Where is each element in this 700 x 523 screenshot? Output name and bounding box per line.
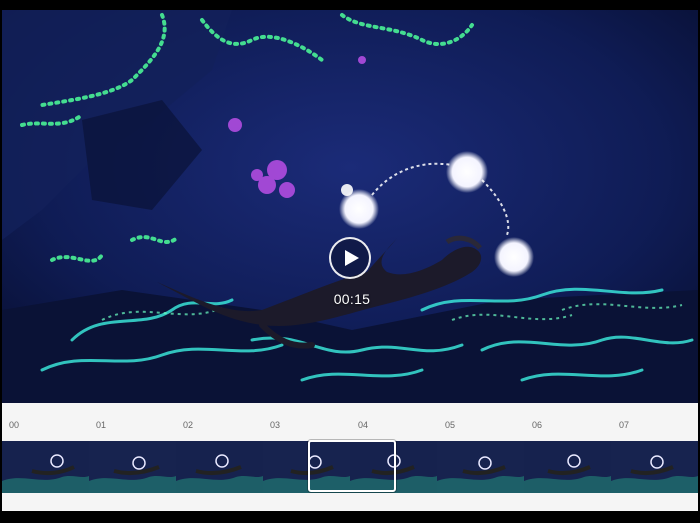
tick-label: 03	[270, 420, 281, 430]
thumbnail-image	[524, 441, 611, 493]
thumbnail-frame[interactable]	[176, 441, 263, 493]
thumbnail-frame[interactable]	[524, 441, 611, 493]
video-preview[interactable]: 00:15	[2, 10, 698, 403]
tick-label: 05	[445, 420, 456, 430]
thumbnail-image	[2, 441, 89, 493]
tick-label: 02	[183, 420, 194, 430]
thumbnail-frame[interactable]	[89, 441, 176, 493]
current-time-label: 00:15	[333, 291, 371, 307]
video-frame-image	[2, 10, 698, 403]
timeline-panel[interactable]: 00 01 02 03 04 05 06 07	[2, 403, 698, 511]
thumbnail-image	[89, 441, 176, 493]
thumbnail-frame[interactable]	[2, 441, 89, 493]
tick-label: 01	[96, 420, 107, 430]
tick-label: 07	[619, 420, 630, 430]
thumbnail-image	[176, 441, 263, 493]
thumbnail-frame[interactable]	[611, 441, 698, 493]
thumbnail-image	[611, 441, 698, 493]
tick-label: 04	[358, 420, 369, 430]
play-icon	[344, 250, 359, 266]
video-editor-frame: 00:15 00 01 02 03 04 05 06 07	[0, 0, 700, 523]
thumbnail-image	[437, 441, 524, 493]
tick-label: 00	[9, 420, 20, 430]
tick-label: 06	[532, 420, 543, 430]
timeline-footer	[2, 493, 698, 511]
timeline-ruler[interactable]: 00 01 02 03 04 05 06 07	[2, 403, 698, 441]
play-button[interactable]	[329, 237, 371, 279]
selected-frame-highlight[interactable]	[308, 440, 396, 492]
thumbnail-frame[interactable]	[437, 441, 524, 493]
